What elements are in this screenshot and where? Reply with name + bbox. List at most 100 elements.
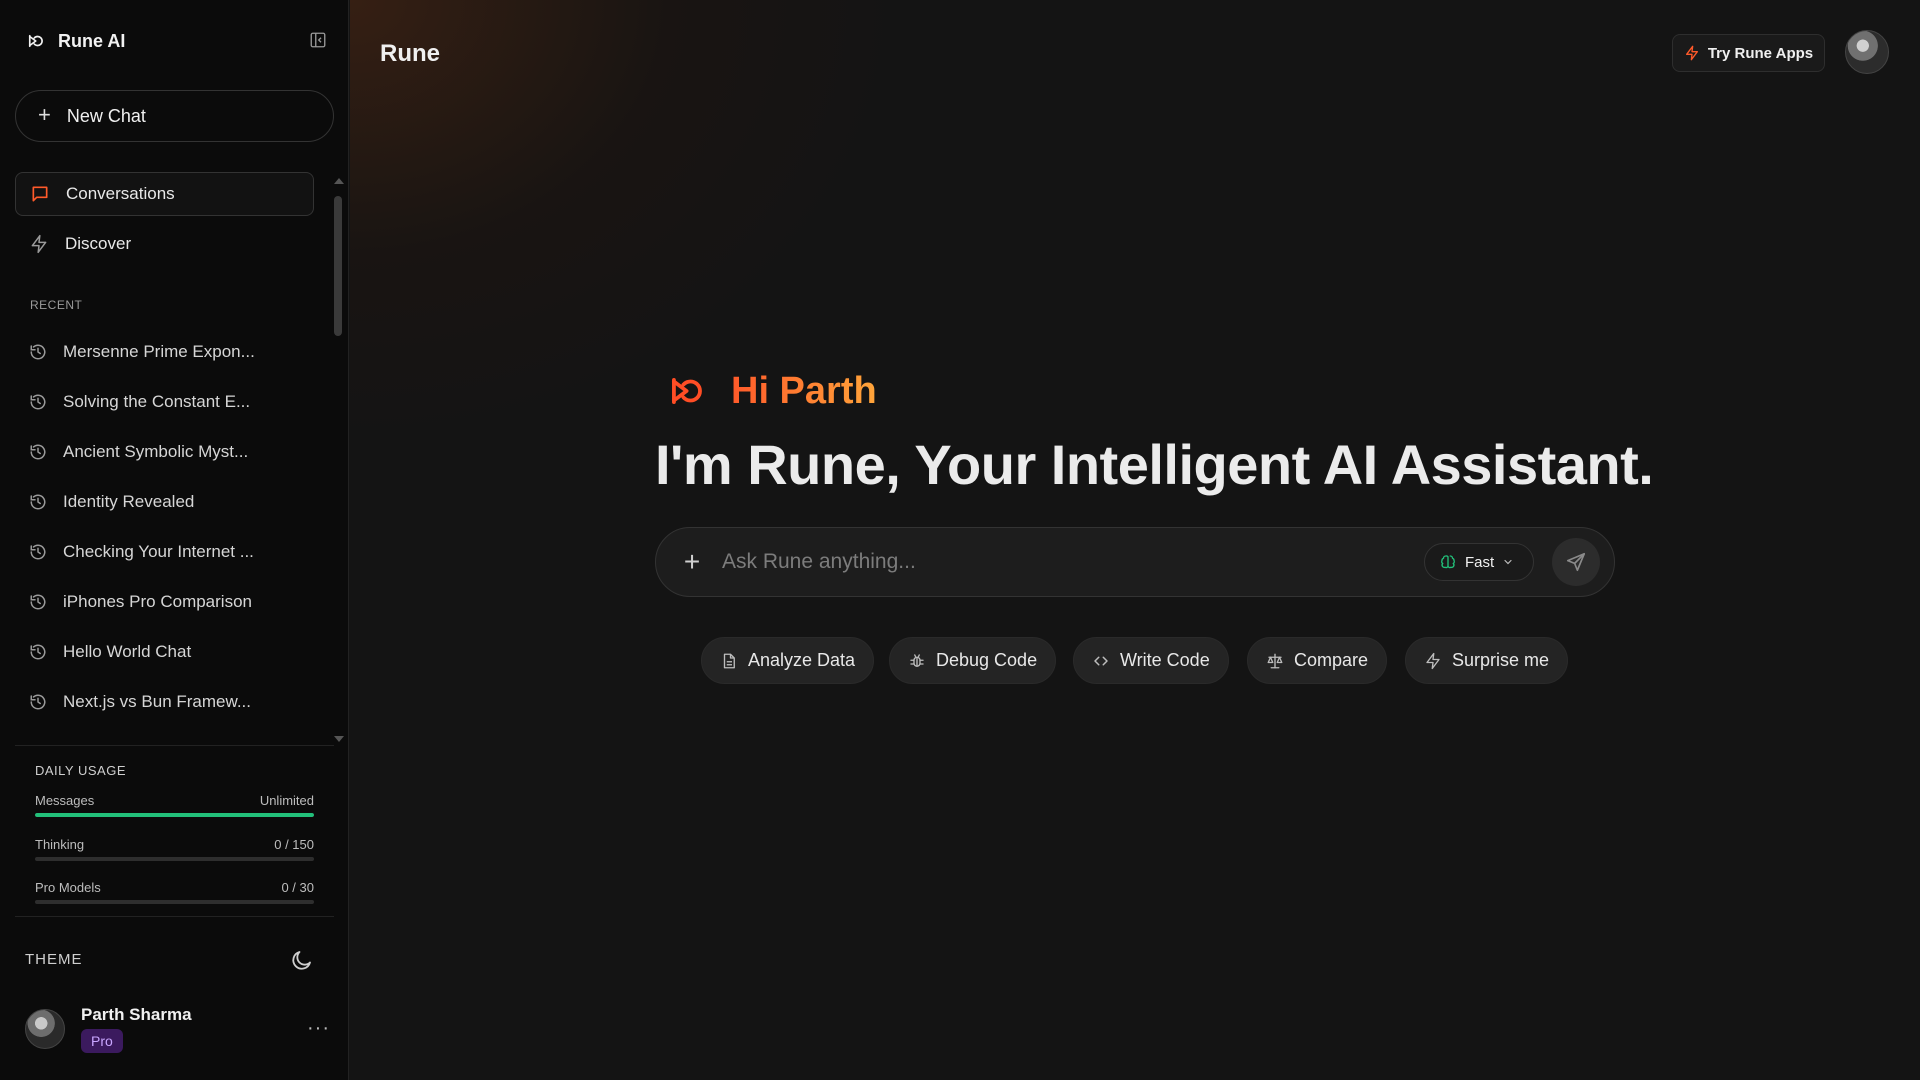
usage-value: 0 / 30 [281, 880, 314, 895]
suggestion-compare[interactable]: Compare [1247, 637, 1388, 684]
plus-icon: + [38, 102, 51, 127]
avatar[interactable] [1845, 30, 1889, 74]
rune-logo-icon [672, 378, 702, 404]
moon-icon [292, 951, 311, 970]
sidebar: Rune AI + New Chat Conversations Discove… [0, 0, 349, 1080]
recent-chat-title: Mersenne Prime Expon... [63, 342, 255, 361]
recent-chat-item[interactable]: Next.js vs Bun Framew... [15, 682, 314, 722]
recent-chat-item[interactable]: Solving the Constant E... [15, 382, 314, 422]
recent-chat-title: Hello World Chat [63, 642, 192, 661]
more-options-icon[interactable]: ··· [307, 1017, 330, 1040]
history-icon [30, 394, 46, 410]
bug-icon [910, 653, 924, 667]
try-rune-apps-button[interactable]: Try Rune Apps [1672, 34, 1825, 72]
send-button[interactable] [1552, 538, 1600, 586]
recent-chat-item[interactable]: Hello World Chat [15, 632, 314, 672]
recent-chat-item[interactable]: Ancient Symbolic Myst... [15, 432, 314, 472]
code-icon [1094, 656, 1108, 665]
user-profile[interactable]: Parth Sharma Pro ··· [25, 1005, 330, 1057]
suggestion-label: Compare [1294, 650, 1369, 670]
scroll-down-arrow-icon[interactable] [334, 736, 344, 742]
history-icon [30, 344, 46, 360]
recent-chat-title: Identity Revealed [63, 492, 195, 511]
speed-label: Fast [1465, 553, 1495, 571]
scrollbar-thumb[interactable] [334, 196, 342, 336]
usage-bar [35, 900, 314, 904]
greeting: Hi Parth [731, 370, 877, 412]
suggestion-label: Surprise me [1452, 650, 1550, 670]
scale-icon [1267, 653, 1283, 668]
model-speed-select[interactable]: Fast [1424, 543, 1534, 581]
recent-chat-title: Checking Your Internet ... [63, 542, 254, 561]
scroll-up-arrow-icon[interactable] [334, 178, 344, 184]
recent-chat-item[interactable]: Identity Revealed [15, 482, 314, 522]
new-chat-button[interactable]: + New Chat [15, 90, 334, 142]
suggestion-write-code[interactable]: Write Code [1073, 637, 1229, 684]
usage-row-thinking: Thinking 0 / 150 [35, 837, 314, 867]
chat-composer: + Fast [655, 527, 1615, 597]
bolt-icon [29, 234, 49, 254]
usage-name: Thinking [35, 837, 85, 852]
bolt-icon [1426, 652, 1440, 669]
nav-label: Conversations [66, 184, 175, 203]
avatar[interactable] [25, 1009, 65, 1049]
history-icon [30, 644, 46, 660]
history-icon [30, 694, 46, 710]
usage-bar [35, 857, 314, 861]
try-rune-apps-label: Try Rune Apps [1707, 44, 1814, 62]
usage-row-pro-models: Pro Models 0 / 30 [35, 880, 314, 910]
daily-usage-panel: DAILY USAGE Messages Unlimited Thinking … [15, 745, 334, 917]
nav-discover[interactable]: Discover [15, 222, 314, 266]
chat-input[interactable] [722, 542, 1402, 582]
page-title: Rune [380, 40, 440, 67]
recent-section-label: RECENT [30, 298, 83, 312]
message-square-icon [30, 184, 50, 204]
nav-conversations[interactable]: Conversations [15, 172, 314, 216]
daily-usage-title: DAILY USAGE [35, 763, 126, 778]
recent-chat-item[interactable]: Checking Your Internet ... [15, 532, 314, 572]
usage-bar [35, 813, 314, 817]
theme-label: THEME [25, 951, 83, 968]
usage-row-messages: Messages Unlimited [35, 793, 314, 823]
suggestion-label: Debug Code [936, 650, 1038, 670]
history-icon [30, 444, 46, 460]
suggestion-analyze-data[interactable]: Analyze Data [701, 637, 875, 684]
attach-plus-icon[interactable]: + [676, 546, 708, 578]
chevron-down-icon [1504, 559, 1512, 565]
recent-chat-item[interactable]: iPhones Pro Comparison [15, 582, 314, 622]
headline: I'm Rune, Your Intelligent AI Assistant. [655, 433, 1654, 496]
send-icon [1566, 552, 1586, 572]
plan-badge: Pro [81, 1029, 123, 1053]
new-chat-label: New Chat [66, 105, 146, 126]
nav-label: Discover [65, 234, 132, 253]
sidebar-scrollbar[interactable] [332, 176, 344, 744]
recent-chat-title: Next.js vs Bun Framew... [63, 692, 251, 711]
theme-toggle-button[interactable] [290, 948, 314, 972]
usage-value: 0 / 150 [274, 837, 314, 852]
collapse-sidebar-button[interactable] [308, 30, 328, 50]
usage-value: Unlimited [259, 793, 314, 808]
history-icon [30, 594, 46, 610]
brain-icon [1441, 555, 1455, 569]
history-icon [30, 494, 46, 510]
brand[interactable]: Rune AI [26, 28, 125, 54]
sidebar-toggle-icon [310, 32, 326, 48]
rune-logo-icon [28, 34, 43, 48]
usage-bar-fill [35, 813, 314, 817]
suggestion-debug-code[interactable]: Debug Code [889, 637, 1057, 684]
conversation-list[interactable]: Conversations Discover RECENT Mersenne P… [0, 168, 349, 744]
suggestion-label: Write Code [1120, 650, 1210, 670]
recent-chat-title: Solving the Constant E... [63, 392, 251, 411]
usage-name: Messages [35, 793, 95, 808]
recent-chat-title: Ancient Symbolic Myst... [63, 442, 249, 461]
usage-name: Pro Models [35, 880, 101, 895]
recent-chat-item[interactable]: Mersenne Prime Expon... [15, 332, 314, 372]
main-area: Rune Try Rune Apps Hi Parth I'm Rune, Yo… [350, 0, 1920, 1080]
document-icon [723, 653, 735, 668]
suggestion-surprise-me[interactable]: Surprise me [1405, 637, 1569, 684]
user-name: Parth Sharma [81, 1005, 192, 1024]
brand-name: Rune AI [58, 30, 126, 51]
recent-chat-title: iPhones Pro Comparison [63, 592, 252, 611]
history-icon [30, 544, 46, 560]
bolt-icon [1685, 45, 1698, 61]
